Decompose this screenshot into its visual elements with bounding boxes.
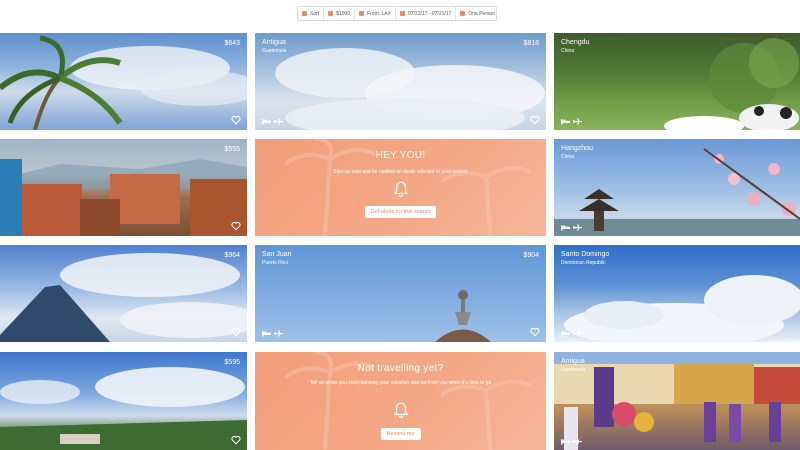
bed-icon [561, 439, 570, 445]
filter-sort-label: Sort [310, 10, 320, 17]
travel-modes [561, 438, 582, 445]
card-price: $555 [224, 146, 240, 153]
promo-text: Sign up now and be notified on deals rel… [333, 169, 468, 175]
travel-modes [561, 118, 582, 125]
travel-modes [561, 224, 582, 231]
filter-travelers[interactable]: One Person [456, 7, 499, 20]
plane-icon [573, 438, 582, 445]
card-city: Santo Domingo [561, 251, 610, 258]
card-country: China [561, 48, 575, 54]
filter-sort[interactable]: Sort [298, 7, 325, 20]
card-city: San Juan [262, 251, 292, 258]
plane-icon [274, 118, 283, 125]
procession-image [554, 352, 800, 450]
budget-icon [328, 11, 334, 16]
card-country: Puerto Rico [262, 260, 289, 266]
card-city: Antigua [561, 358, 585, 365]
promo-text: Tell us when you start planning your vac… [309, 380, 492, 386]
pagoda-image [554, 148, 800, 236]
filter-budget[interactable]: $1000 [324, 7, 356, 20]
destination-card[interactable]: San Juan Puerto Rico $904 [255, 245, 546, 342]
destination-card[interactable]: $555 [0, 139, 247, 236]
heart-outline-icon[interactable] [231, 327, 241, 337]
filter-origin[interactable]: From: LAX [355, 7, 396, 20]
heart-outline-icon[interactable] [231, 221, 241, 231]
destination-card[interactable]: Chengdu China [554, 33, 800, 130]
panda-image [664, 38, 799, 130]
card-city: Hangzhou [561, 145, 593, 152]
card-country: China [561, 154, 575, 160]
filter-budget-label: $1000 [336, 10, 351, 17]
search-filter-bar: Sort $1000 From: LAX 07/22/17 - 07/21/17… [297, 6, 497, 21]
promo-title: Not travelling yet? [357, 363, 444, 374]
bed-icon [262, 331, 271, 337]
destination-card[interactable]: Santo Domingo Dominican Republic [554, 245, 800, 342]
heart-outline-icon[interactable] [231, 115, 241, 125]
bed-icon [561, 119, 570, 125]
card-city: Chengdu [561, 39, 590, 46]
travel-modes [262, 118, 283, 125]
plane-icon [274, 330, 283, 337]
travel-modes [262, 330, 283, 337]
destination-card[interactable]: $964 [0, 245, 247, 342]
heart-outline-icon[interactable] [530, 115, 540, 125]
plane-icon [573, 224, 582, 231]
remind-me-button[interactable]: Remind me [380, 428, 421, 440]
promo-title: HEY YOU! [375, 150, 426, 161]
bell-icon [393, 181, 408, 198]
dome-image [435, 290, 491, 342]
card-price: $964 [224, 252, 240, 259]
alert-promo-card: HEY YOU! Sign up now and be notified on … [255, 139, 546, 236]
destination-card[interactable]: Antigua Guatemala [554, 352, 800, 450]
filter-dates-label: 07/22/17 - 07/21/17 [407, 10, 452, 17]
filter-travelers-label: One Person [468, 10, 496, 17]
bed-icon [561, 331, 570, 337]
destination-card[interactable]: $643 [0, 33, 247, 130]
destination-card[interactable]: Antigua Guatemala $818 [255, 33, 546, 130]
bell-icon [393, 402, 408, 419]
palm-tree-image [0, 35, 247, 130]
bed-icon [262, 119, 271, 125]
clouds-image [275, 48, 545, 130]
volcano-image [0, 253, 247, 342]
card-country: Guatemala [561, 367, 586, 373]
destination-card[interactable]: Hangzhou China [554, 139, 800, 236]
town-image [0, 159, 247, 236]
card-price: $818 [523, 40, 539, 47]
card-country: Guatemala [262, 48, 287, 54]
origin-icon [359, 11, 365, 16]
card-city: Antigua [262, 39, 286, 46]
sort-icon [302, 11, 307, 16]
card-price: $904 [523, 252, 539, 259]
plane-icon [573, 330, 582, 337]
bed-icon [561, 225, 570, 231]
heart-outline-icon[interactable] [530, 327, 540, 337]
heart-outline-icon[interactable] [231, 435, 241, 445]
reminder-promo-card: Not travelling yet? Tell us when you sta… [255, 352, 546, 450]
travel-modes [561, 330, 582, 337]
filter-origin-label: From: LAX [367, 10, 391, 17]
card-price: $643 [224, 40, 240, 47]
plane-icon [573, 118, 582, 125]
get-alerts-button[interactable]: Get alerts for this search [364, 206, 437, 218]
filter-dates[interactable]: 07/22/17 - 07/21/17 [396, 7, 457, 20]
destination-card[interactable]: $595 [0, 352, 247, 450]
calendar-icon [399, 11, 405, 16]
coast-image [0, 367, 247, 450]
card-country: Dominican Republic [561, 260, 606, 266]
person-icon [460, 11, 466, 16]
card-price: $595 [224, 359, 240, 366]
